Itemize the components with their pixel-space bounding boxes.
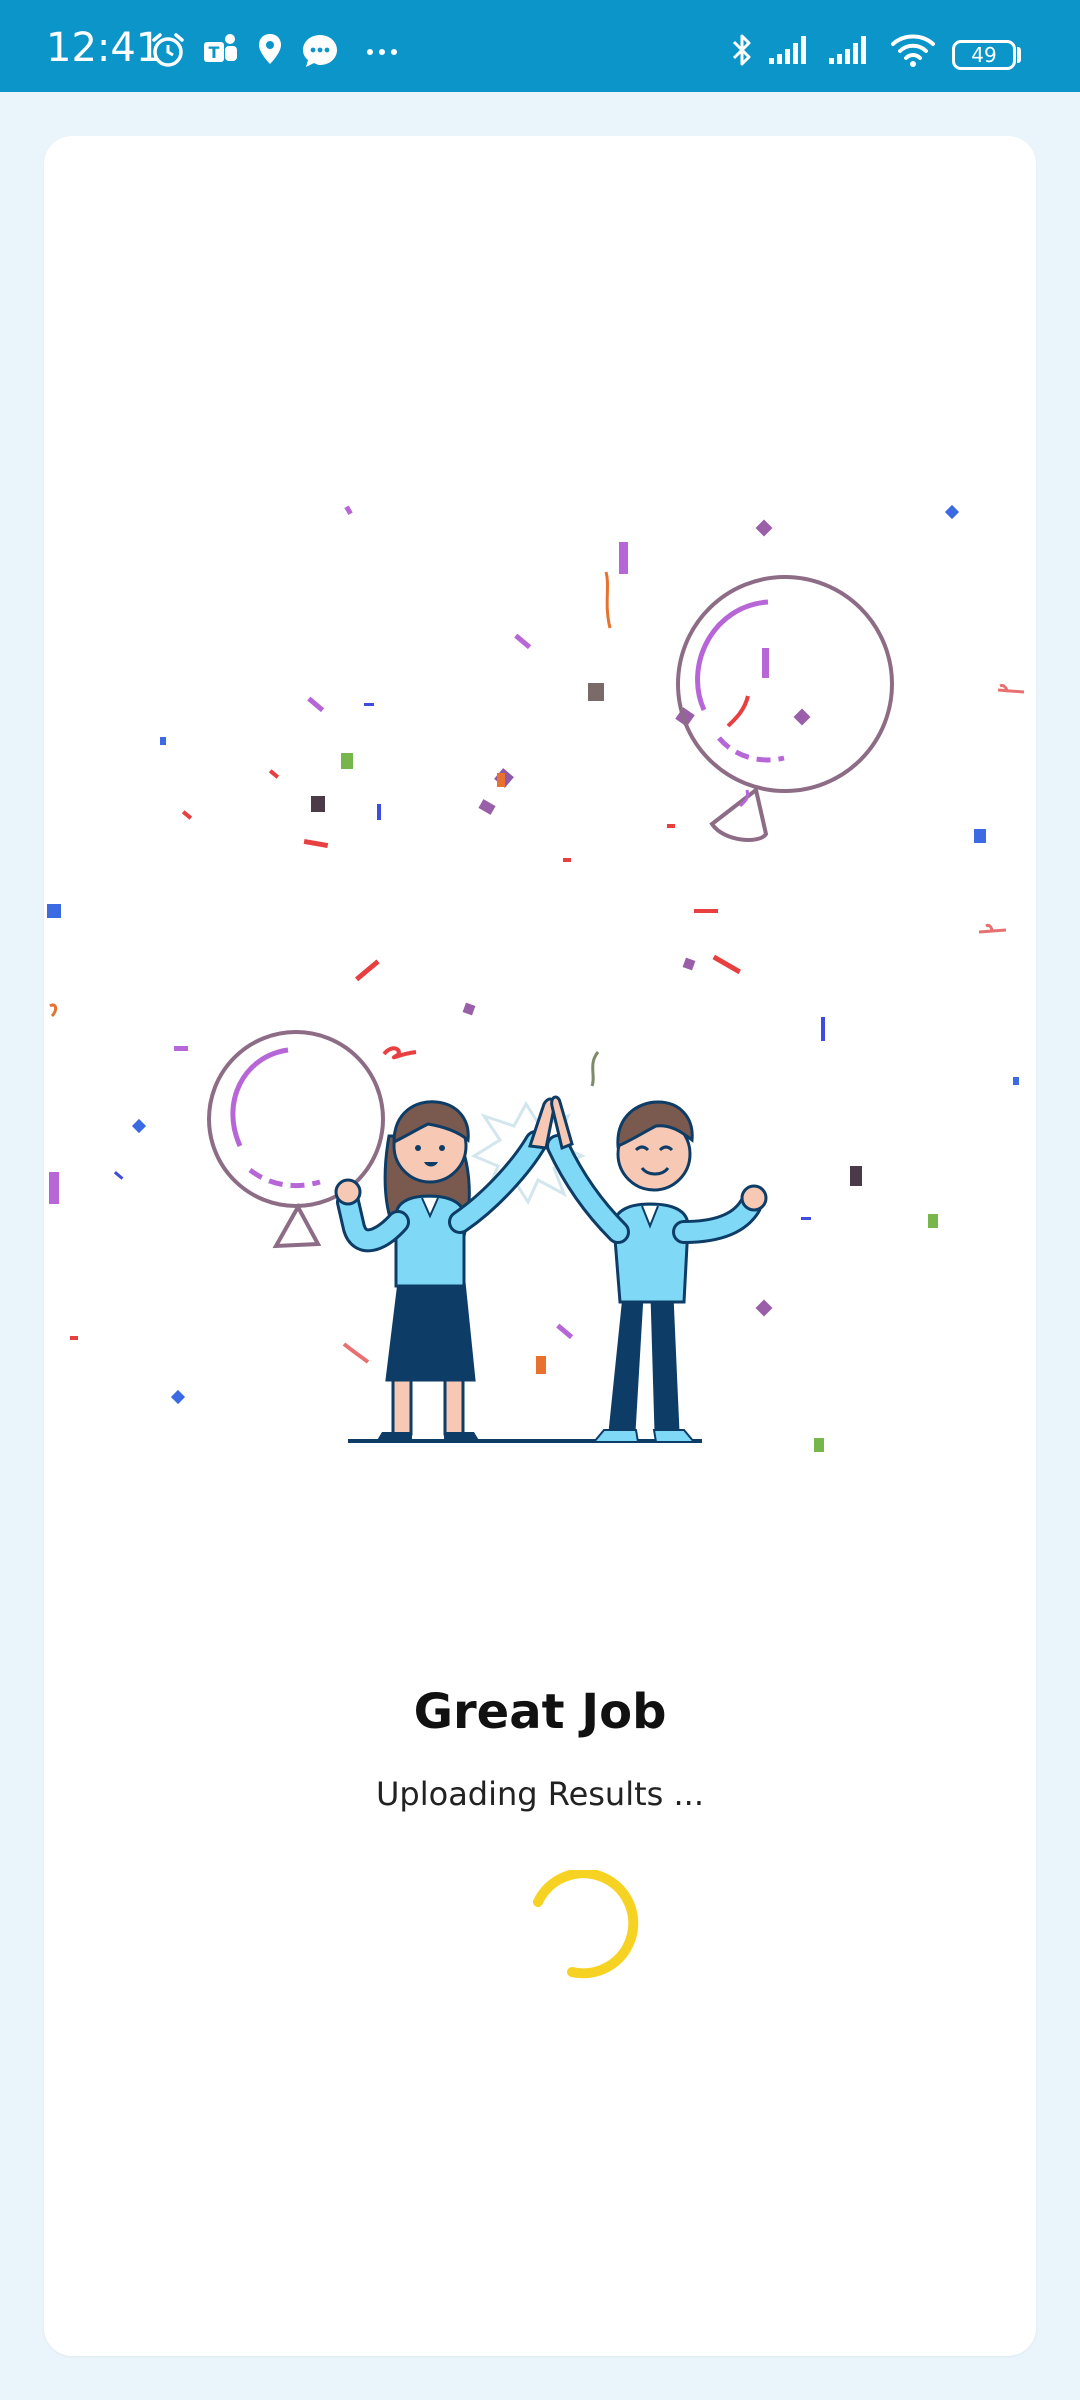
status-time: 12:41	[46, 25, 162, 71]
woman-figure	[334, 1097, 556, 1442]
loading-spinner-icon	[533, 1870, 639, 1979]
page-title: Great Job	[413, 1684, 667, 1740]
bluetooth-icon	[724, 30, 760, 70]
more-icon	[360, 30, 404, 70]
confetti	[47, 504, 1025, 1452]
location-icon	[250, 30, 290, 70]
battery-level: 49	[971, 43, 997, 67]
upload-status-text: Uploading Results ...	[375, 1775, 704, 1813]
wifi-icon	[888, 30, 938, 70]
result-card: Great Job Uploading Results ...	[44, 136, 1036, 2356]
celebration-illustration	[47, 504, 1025, 1452]
battery-icon: 49	[952, 40, 1016, 70]
svg-text:T: T	[209, 43, 220, 62]
status-bar: 12:41 T 49	[0, 0, 1080, 92]
balloon-icon	[676, 575, 894, 842]
alarm-icon	[146, 30, 190, 70]
messages-icon	[298, 30, 342, 70]
signal-icon	[826, 30, 878, 70]
battery-nub	[1017, 47, 1021, 63]
man-figure	[546, 1095, 768, 1443]
teams-icon: T	[198, 30, 242, 70]
signal-icon	[766, 30, 818, 70]
